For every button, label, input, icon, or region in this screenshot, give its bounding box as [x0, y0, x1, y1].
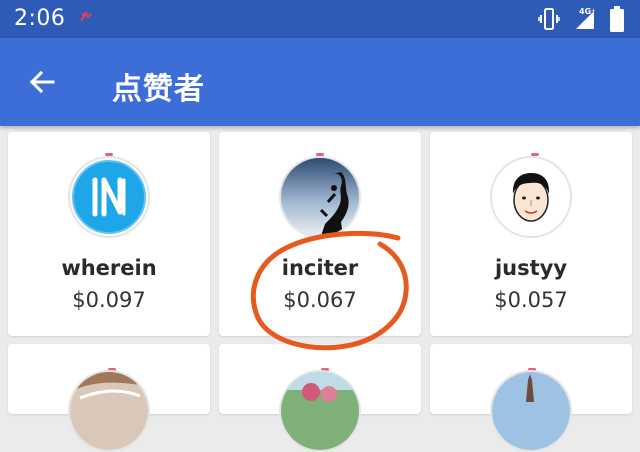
- back-button[interactable]: [18, 58, 66, 106]
- notification-icon: [80, 10, 92, 22]
- network-type-label: 4G⁺: [579, 7, 596, 16]
- climber-silhouette-icon: [281, 158, 359, 236]
- blue-in-logo-icon: [72, 160, 146, 234]
- page-title: 点赞者: [112, 72, 205, 107]
- photo-avatar-icon: [70, 372, 148, 450]
- voter-card-wherein[interactable]: wherein $0.097: [8, 132, 210, 336]
- avatar: [490, 370, 572, 452]
- battery-icon: [610, 6, 624, 32]
- vote-amount: $0.067: [283, 288, 357, 312]
- status-time: 2:06: [14, 6, 66, 31]
- avatar: [490, 156, 572, 238]
- vote-amount: $0.097: [72, 288, 146, 312]
- photo-avatar-icon: [492, 372, 570, 450]
- avatar: [279, 156, 361, 238]
- vote-amount: $0.057: [494, 288, 568, 312]
- avatar: [68, 156, 150, 238]
- avatar: [279, 370, 361, 452]
- status-bar: 2:06 4G⁺: [0, 0, 640, 38]
- voter-card-inciter[interactable]: inciter $0.067: [219, 132, 421, 336]
- voter-username: justyy: [494, 256, 568, 280]
- vibrate-icon: [538, 8, 560, 30]
- cartoon-face-icon: [492, 158, 570, 236]
- arrow-left-icon: [29, 70, 55, 94]
- voter-card[interactable]: [8, 344, 210, 452]
- voter-username: inciter: [281, 256, 359, 280]
- photo-avatar-icon: [281, 372, 359, 450]
- voter-username: wherein: [61, 256, 157, 280]
- voter-card[interactable]: [219, 344, 421, 452]
- app-bar: 点赞者: [0, 38, 640, 126]
- voter-card[interactable]: [430, 344, 632, 452]
- avatar: [68, 370, 150, 452]
- voter-card-justyy[interactable]: justyy $0.057: [430, 132, 632, 336]
